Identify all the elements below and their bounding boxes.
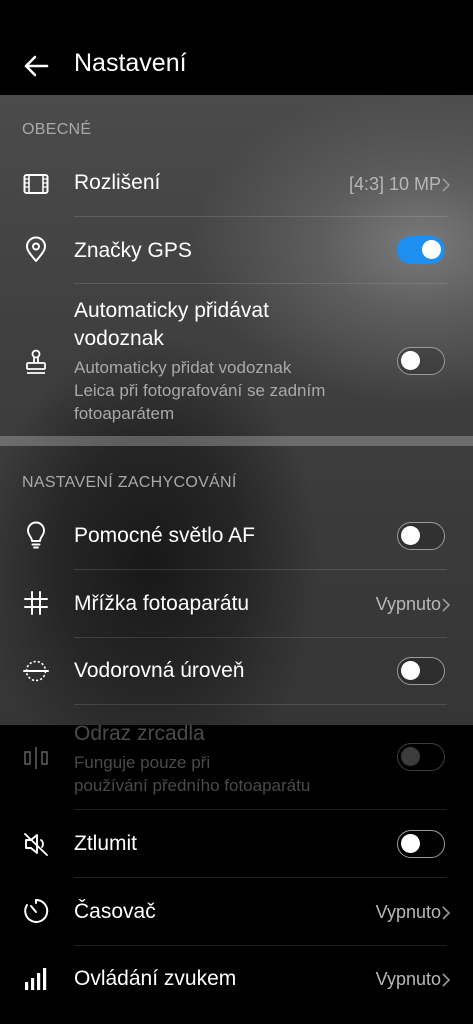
timer-value: Vypnuto: [375, 902, 441, 922]
divider: [74, 216, 447, 217]
watermark-label-line1: Automaticky přidávat: [74, 299, 269, 322]
lightbulb-icon: [27, 521, 45, 549]
stamp-icon: [26, 349, 46, 374]
mirror-row: Odraz zrcadla Funguje pouze při používán…: [0, 712, 473, 804]
af-light-row[interactable]: Pomocné světlo AF: [0, 508, 473, 564]
mirror-label: Odraz zrcadla: [74, 722, 205, 745]
timer-row[interactable]: Časovač Vypnuto: [0, 884, 473, 940]
watermark-label-line2: vodoznak: [74, 327, 164, 350]
toggle-knob: [401, 661, 420, 680]
voice-control-label: Ovládání zvukem: [74, 967, 237, 990]
toggle-knob: [401, 834, 420, 853]
voice-control-row[interactable]: Ovládání zvukem Vypnuto: [0, 951, 473, 1007]
mute-toggle[interactable]: [397, 830, 445, 858]
level-label: Vodorovná úroveň: [74, 659, 245, 682]
watermark-toggle[interactable]: [397, 347, 445, 375]
level-row[interactable]: Vodorovná úroveň: [0, 643, 473, 699]
af-light-label: Pomocné světlo AF: [74, 524, 255, 547]
grid-row[interactable]: Mřížka fotoaparátu Vypnuto: [0, 576, 473, 632]
mirror-icon: [24, 747, 48, 769]
level-icon: [23, 660, 49, 682]
toggle-knob: [401, 747, 420, 766]
voice-control-value: Vypnuto: [375, 969, 441, 989]
gps-label: Značky GPS: [74, 239, 192, 262]
watermark-row[interactable]: Automaticky přidávat vodoznak Automatick…: [0, 290, 473, 430]
mute-row[interactable]: Ztlumit: [0, 816, 473, 872]
chevron-right-icon: [442, 973, 451, 987]
af-light-toggle[interactable]: [397, 522, 445, 550]
gps-toggle[interactable]: [397, 236, 445, 264]
resolution-label: Rozlišení: [74, 171, 161, 194]
section-header-general: OBECNÉ: [22, 121, 92, 138]
speaker-muted-icon: [24, 833, 48, 856]
chevron-right-icon: [442, 178, 451, 192]
mirror-desc-line1: Funguje pouze při: [74, 753, 211, 772]
watermark-desc-line1: Automaticky přidat vodoznak: [74, 358, 292, 377]
mirror-desc-line2: používání předního fotoaparátu: [74, 776, 311, 795]
divider: [74, 945, 447, 946]
chevron-right-icon: [442, 598, 451, 612]
watermark-desc-line2: Leica při fotografování se zadním: [74, 381, 326, 400]
level-toggle[interactable]: [397, 657, 445, 685]
gps-row[interactable]: Značky GPS: [0, 222, 473, 278]
location-pin-icon: [26, 236, 46, 262]
divider: [74, 569, 447, 570]
grid-icon: [24, 591, 48, 615]
timer-icon: [24, 898, 49, 923]
toggle-knob: [422, 240, 441, 259]
mute-label: Ztlumit: [74, 832, 137, 855]
section-header-capture: NASTAVENÍ ZACHYCOVÁNÍ: [22, 474, 237, 491]
signal-bars-icon: [25, 968, 47, 990]
divider: [74, 809, 447, 810]
divider: [74, 637, 447, 638]
resolution-row[interactable]: Rozlišení [4:3] 10 MP: [0, 160, 473, 216]
mirror-toggle: [397, 743, 445, 771]
grid-label: Mřížka fotoaparátu: [74, 592, 250, 615]
watermark-desc-line3: fotoaparátem: [74, 404, 175, 423]
timer-label: Časovač: [74, 900, 156, 923]
toggle-knob: [401, 526, 420, 545]
divider: [74, 283, 447, 284]
divider: [74, 704, 447, 705]
divider: [74, 877, 447, 878]
chevron-right-icon: [442, 906, 451, 920]
resolution-icon: [23, 174, 49, 194]
grid-value: Vypnuto: [375, 594, 441, 614]
resolution-value: [4:3] 10 MP: [348, 174, 441, 194]
toggle-knob: [401, 351, 420, 370]
